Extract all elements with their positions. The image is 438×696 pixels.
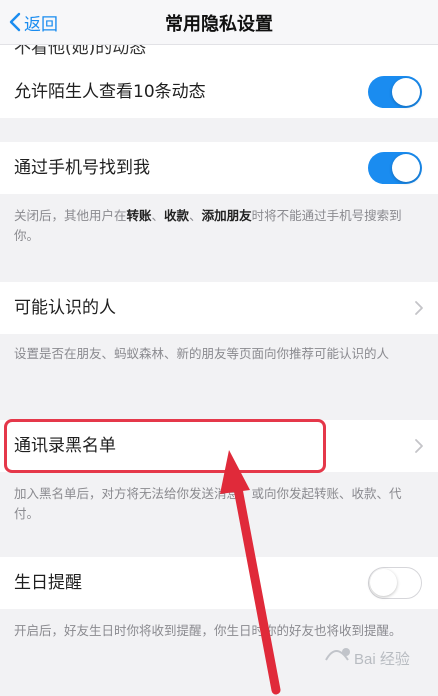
row-maybe-know-label: 可能认识的人	[14, 298, 116, 318]
watermark-text: Bai 经验	[354, 651, 410, 668]
row-birthday-reminder: 生日提醒	[0, 557, 438, 609]
phone-toggle[interactable]	[368, 152, 422, 184]
phone-note-keyword: 收款	[164, 208, 190, 223]
page-title: 常用隐私设置	[165, 14, 273, 35]
navigation-bar: 返回 常用隐私设置	[0, 0, 438, 45]
row-birthday-label: 生日提醒	[14, 573, 82, 593]
phone-note-keyword: 添加朋友	[201, 208, 252, 223]
watermark-logo: Bai 经验	[325, 648, 410, 668]
chevron-right-icon	[415, 439, 423, 453]
row-maybe-know[interactable]: 可能认识的人	[0, 282, 438, 334]
scrolled-row: 不看他(她)的动态	[0, 44, 438, 66]
chevron-right-icon	[415, 301, 423, 315]
phone-note: 关闭后，其他用户在转账、收款、添加朋友时将不能通过手机号搜索到你。	[0, 194, 438, 250]
toggle-knob	[370, 569, 397, 596]
phone-note-text: 、	[189, 208, 202, 223]
toggle-knob	[392, 154, 420, 182]
maybe-know-note: 设置是否在朋友、蚂蚁森林、新的朋友等页面向你推荐可能认识的人	[0, 334, 438, 390]
row-phone-label: 通过手机号找到我	[14, 158, 150, 178]
row-find-by-phone: 通过手机号找到我	[0, 142, 438, 194]
row-stranger-view: 允许陌生人查看10条动态	[0, 66, 438, 118]
blacklist-note-text: 加入黑名单后，对方将无法给你发送消息，或向你发起转账、收款、代付。	[14, 486, 402, 521]
phone-note-text: 关闭后，其他用户在	[14, 208, 127, 223]
phone-note-keyword: 转账	[126, 208, 152, 223]
birthday-toggle[interactable]	[368, 567, 422, 599]
toggle-knob	[392, 78, 420, 106]
blacklist-note: 加入黑名单后，对方将无法给你发送消息，或向你发起转账、收款、代付。	[0, 472, 438, 530]
maybe-know-note-text: 设置是否在朋友、蚂蚁森林、新的朋友等页面向你推荐可能认识的人	[14, 346, 390, 361]
phone-note-text: 、	[151, 208, 165, 223]
stranger-toggle[interactable]	[368, 76, 422, 108]
row-stranger-label: 允许陌生人查看10条动态	[14, 82, 206, 102]
highlight-box	[4, 419, 326, 473]
scrolled-row-label: 不看他(她)的动态	[14, 44, 147, 58]
